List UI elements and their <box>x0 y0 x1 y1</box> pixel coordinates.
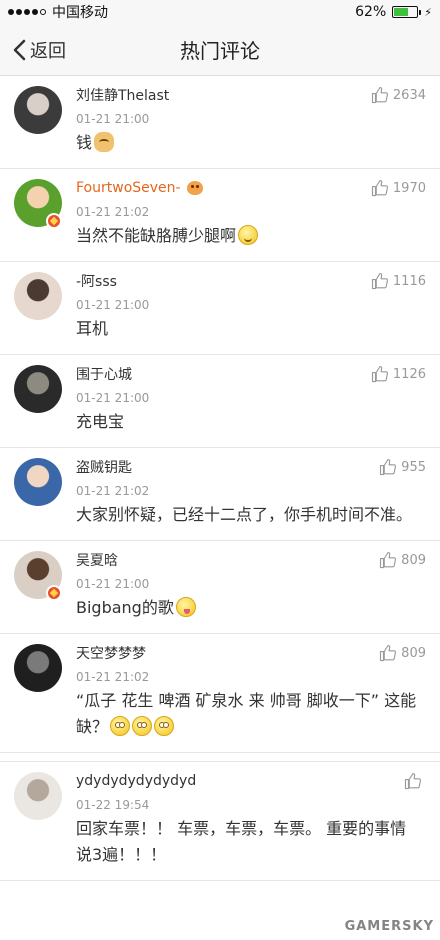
like-count: 1970 <box>392 180 426 196</box>
like-button[interactable]: 2634 <box>371 86 426 104</box>
comment-text: 充电宝 <box>76 409 422 435</box>
comment-item[interactable]: FourtwoSeven- 01-21 21:02 当然不能缺胳膊少腿啊 1970 <box>0 169 440 262</box>
thumbs-up-icon <box>380 458 397 476</box>
smile-emoji-icon <box>238 225 259 245</box>
comment-time: 01-21 21:02 <box>76 205 150 219</box>
username[interactable]: 盗贼钥匙 <box>76 457 132 477</box>
comment-item[interactable]: 刘佳静Thelast 01-21 21:00 钱 2634 <box>0 76 440 169</box>
verified-badge-icon <box>46 213 62 229</box>
like-button[interactable]: 1970 <box>371 179 426 197</box>
carrier-name: 中国移动 <box>52 5 108 21</box>
avatar[interactable] <box>14 772 62 820</box>
comment-text: Bigbang的歌 <box>76 595 422 621</box>
comment-time: 01-22 19:54 <box>76 798 150 812</box>
like-count: 809 <box>401 645 426 661</box>
like-count: 1126 <box>392 366 426 382</box>
verified-badge-icon <box>46 585 62 601</box>
user-row: 盗贼钥匙 <box>76 456 422 478</box>
comment-text-content: Bigbang的歌 <box>76 598 174 617</box>
comment-time: 01-21 21:00 <box>76 112 150 126</box>
like-button[interactable]: 1126 <box>371 365 426 383</box>
charging-icon: ⚡ <box>424 5 432 19</box>
flush-emoji-icon <box>154 716 175 736</box>
battery-icon <box>392 6 422 18</box>
tongue-emoji-icon <box>175 597 196 617</box>
like-button[interactable]: 809 <box>379 644 426 662</box>
dog-emoji-icon <box>94 132 115 152</box>
battery-percent: 62% <box>355 4 387 20</box>
comment-text-content: 当然不能缺胳膊少腿啊 <box>76 226 237 245</box>
like-count: 809 <box>401 552 426 568</box>
comment-time: 01-21 21:02 <box>76 670 150 684</box>
username[interactable]: -阿sss <box>76 271 117 291</box>
avatar[interactable] <box>14 365 62 413</box>
thumbs-up-icon <box>380 551 397 569</box>
thumbs-up-icon <box>404 772 422 790</box>
comment-text-content: 耳机 <box>76 319 109 338</box>
comment-text: 大家别怀疑，已经十二点了，你手机时间不准。 <box>76 502 422 528</box>
comment-time: 01-21 21:02 <box>76 484 150 498</box>
avatar[interactable] <box>14 458 62 506</box>
status-bar: 中国移动 62% ⚡ <box>0 0 440 24</box>
comment-item[interactable]: 盗贼钥匙 01-21 21:02 大家别怀疑，已经十二点了，你手机时间不准。 955 <box>0 448 440 541</box>
comment-text: “瓜子 花生 啤酒 矿泉水 来 帅哥 脚收一下” 这能缺？ <box>76 688 422 740</box>
comment-item[interactable]: -阿sss 01-21 21:00 耳机 1116 <box>0 262 440 355</box>
comment-text-content: 大家别怀疑，已经十二点了，你手机时间不准。 <box>76 505 413 524</box>
username[interactable]: 刘佳静Thelast <box>76 85 169 105</box>
comment-text: 当然不能缺胳膊少腿啊 <box>76 223 422 249</box>
avatar[interactable] <box>14 272 62 320</box>
like-button[interactable]: 809 <box>379 551 426 569</box>
thumbs-up-icon <box>371 272 388 290</box>
like-button[interactable]: 955 <box>379 458 426 476</box>
chevron-left-icon <box>13 39 26 61</box>
avatar[interactable] <box>14 644 62 692</box>
battery-fill <box>394 8 408 16</box>
comment-time: 01-21 21:00 <box>76 298 150 312</box>
back-label: 返回 <box>30 41 66 62</box>
username[interactable]: 天空梦梦梦 <box>76 643 146 663</box>
nav-bar: 返回 热门评论 <box>0 24 440 76</box>
flush-emoji-icon <box>132 716 153 736</box>
user-row: 吴夏晗 <box>76 549 422 571</box>
like-button[interactable] <box>404 772 426 790</box>
comment-item[interactable]: 围于心城 01-21 21:00 充电宝 1126 <box>0 355 440 448</box>
comment-item[interactable]: ydydydydydydyd 01-22 19:54 回家车票！！ 车票，车票，车票… <box>0 761 440 881</box>
back-button[interactable]: 返回 <box>12 24 66 76</box>
signal-icon <box>8 9 46 15</box>
like-count: 1116 <box>392 273 426 289</box>
like-count: 2634 <box>392 87 426 103</box>
watermark: GAMERSKY <box>344 919 434 934</box>
comment-list[interactable]: 刘佳静Thelast 01-21 21:00 钱 2634 FourtwoSeven- 0… <box>0 76 440 940</box>
status-left: 中国移动 <box>8 2 108 22</box>
thumbs-up-icon <box>371 179 388 197</box>
comment-item[interactable]: 吴夏晗 01-21 21:00 Bigbang的歌 809 <box>0 541 440 634</box>
like-button[interactable]: 1116 <box>371 272 426 290</box>
comment-text: 耳机 <box>76 316 422 342</box>
username[interactable]: 围于心城 <box>76 364 132 384</box>
comment-text: 钱 <box>76 130 422 156</box>
thumbs-up-icon <box>371 365 388 383</box>
comment-text: 回家车票！！ 车票，车票，车票。 重要的事情说3遍！！！ <box>76 816 422 868</box>
comment-time: 01-21 21:00 <box>76 577 150 591</box>
vip-icon <box>186 181 203 195</box>
thumbs-up-icon <box>371 86 388 104</box>
like-count: 955 <box>401 459 426 475</box>
username[interactable]: 吴夏晗 <box>76 550 118 570</box>
page-title: 热门评论 <box>180 39 260 63</box>
user-row: ydydydydydydyd <box>76 770 422 792</box>
avatar[interactable] <box>14 86 62 134</box>
thumbs-up-icon <box>380 644 397 662</box>
comment-time: 01-21 21:00 <box>76 391 150 405</box>
status-right: 62% ⚡ <box>355 4 432 20</box>
comment-text-content: 回家车票！！ 车票，车票，车票。 重要的事情说3遍！！！ <box>76 819 407 864</box>
username[interactable]: ydydydydydydyd <box>76 773 196 789</box>
username[interactable]: FourtwoSeven- <box>76 180 181 196</box>
comment-item[interactable]: 天空梦梦梦 01-21 21:02 “瓜子 花生 啤酒 矿泉水 来 帅哥 脚收一下”… <box>0 634 440 753</box>
flush-emoji-icon <box>110 716 131 736</box>
comment-text-content: 钱 <box>76 133 93 152</box>
user-row: 天空梦梦梦 <box>76 642 422 664</box>
comment-text-content: 充电宝 <box>76 412 125 431</box>
